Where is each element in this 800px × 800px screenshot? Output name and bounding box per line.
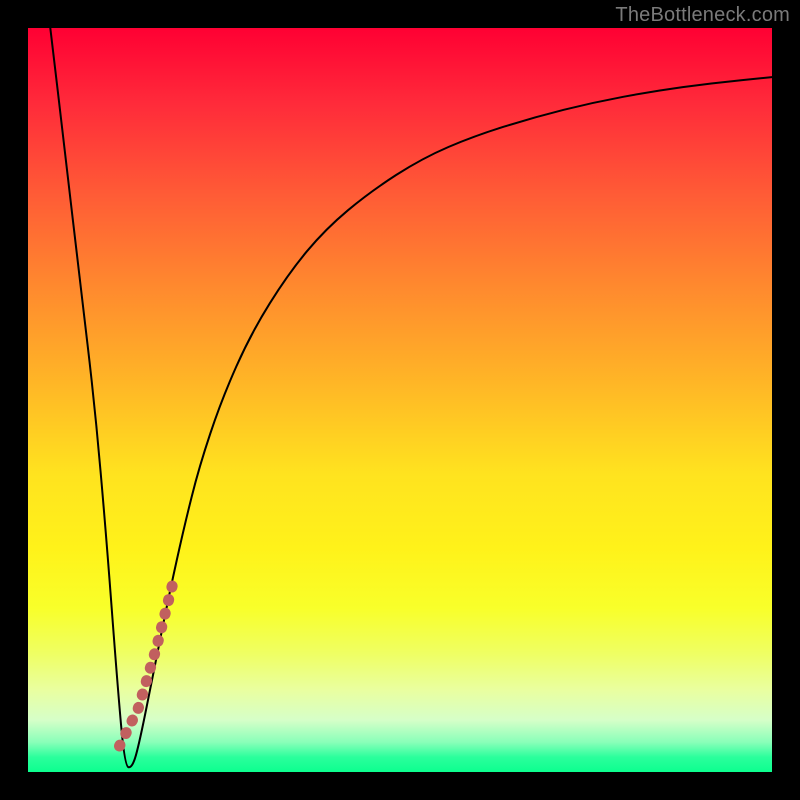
chart-svg <box>28 28 772 772</box>
outer-frame: TheBottleneck.com <box>0 0 800 800</box>
highlight-dash <box>120 582 174 746</box>
plot-area <box>28 28 772 772</box>
watermark-text: TheBottleneck.com <box>615 4 790 27</box>
